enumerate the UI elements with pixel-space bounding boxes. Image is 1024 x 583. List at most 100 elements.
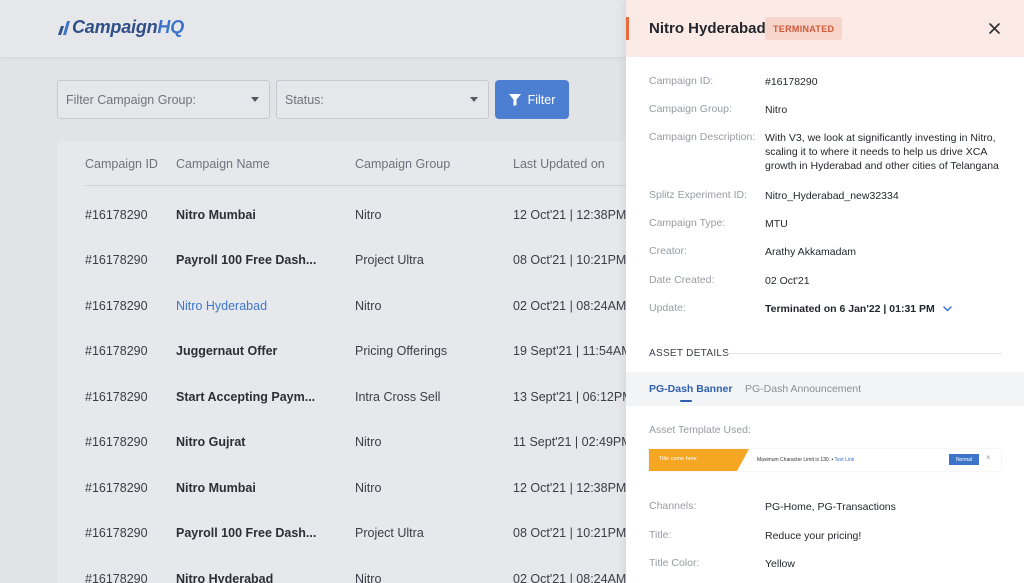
cell-last-updated: 08 Oct'21 | 10:21PM [513, 253, 627, 267]
logo-text: CampaignHQ [72, 17, 185, 37]
table-row[interactable]: #16178290 Nitro Hyderabad Nitro 02 Oct'2… [85, 572, 665, 583]
cell-campaign-name[interactable]: Juggernaut Offer [176, 344, 277, 358]
field-value: Terminated on 6 Jan'22 | 01:31 PM [765, 303, 935, 315]
field-label: Channels: [649, 500, 697, 512]
close-icon [988, 22, 1000, 34]
cell-campaign-id: #16178290 [85, 435, 148, 449]
accent-bar [626, 17, 629, 40]
cell-campaign-id: #16178290 [85, 253, 148, 267]
field-value: Yellow [765, 558, 795, 570]
cell-last-updated: 08 Oct'21 | 10:21PM [513, 526, 627, 540]
cell-campaign-name[interactable]: Nitro Mumbai [176, 208, 256, 222]
cell-campaign-group: Nitro [355, 208, 382, 222]
banner-preview: Title come here Maximum Character Limit … [649, 449, 1001, 471]
cell-campaign-id: #16178290 [85, 208, 148, 222]
cell-campaign-name[interactable]: Nitro Hyderabad [176, 572, 273, 583]
field-value: MTU [765, 218, 788, 230]
cell-last-updated: 12 Oct'21 | 12:38PM [513, 208, 627, 222]
cell-last-updated: 13 Sept'21 | 06:12PM [513, 390, 633, 404]
table-header: Campaign ID Campaign Name Campaign Group… [85, 141, 665, 186]
table-row[interactable]: #16178290 Nitro Mumbai Nitro 12 Oct'21 |… [85, 208, 665, 228]
cell-campaign-name[interactable]: Payroll 100 Free Dash... [176, 526, 316, 540]
panel-header: Nitro Hyderabad TERMINATED [626, 0, 1024, 57]
cell-campaign-group: Nitro [355, 435, 382, 449]
chevron-down-icon [943, 306, 952, 312]
table-row[interactable]: #16178290 Payroll 100 Free Dash... Proje… [85, 526, 665, 546]
field-value: Arathy Akkamadam [765, 246, 857, 258]
column-header-campaign-group[interactable]: Campaign Group [355, 157, 450, 171]
column-header-campaign-id[interactable]: Campaign ID [85, 157, 158, 171]
cell-campaign-group: Pricing Offerings [355, 344, 448, 358]
cell-campaign-group: Intra Cross Sell [355, 390, 441, 404]
field-value: PG-Home, PG-Transactions [765, 501, 896, 513]
close-button[interactable] [986, 20, 1002, 36]
cell-campaign-id: #16178290 [85, 481, 148, 495]
banner-preview-text: Maximum Character Limit is 130. • Text L… [757, 457, 855, 463]
cell-last-updated: 11 Sept'21 | 02:49PM [513, 435, 632, 449]
field-value: Reduce your pricing! [765, 530, 862, 542]
tab-pg-dash-banner[interactable]: PG-Dash Banner [649, 383, 732, 395]
campaign-table: Campaign ID Campaign Name Campaign Group… [57, 141, 677, 583]
status-placeholder: Status: [285, 92, 324, 107]
cell-campaign-group: Nitro [355, 572, 382, 583]
logo[interactable]: CampaignHQ [56, 17, 184, 38]
table-row[interactable]: #16178290 Nitro Gujrat Nitro 11 Sept'21 … [85, 435, 665, 455]
banner-preview-close-icon: × [986, 453, 991, 462]
cell-campaign-name[interactable]: Nitro Mumbai [176, 481, 256, 495]
field-value: Nitro [765, 104, 788, 116]
update-history-toggle[interactable]: Terminated on 6 Jan'22 | 01:31 PM [765, 302, 1005, 316]
banner-preview-title: Title come here [649, 449, 749, 471]
table-row[interactable]: #16178290 Nitro Mumbai Nitro 12 Oct'21 |… [85, 481, 665, 501]
cell-campaign-id: #16178290 [85, 299, 148, 313]
tab-pg-dash-announcement[interactable]: PG-Dash Announcement [745, 383, 861, 395]
asset-template-label: Asset Template Used: [649, 424, 751, 436]
panel-title: Nitro Hyderabad [649, 20, 766, 37]
field-label: Creator: [649, 245, 687, 257]
cell-campaign-group: Nitro [355, 299, 382, 313]
banner-preview-button: Normal [949, 454, 979, 465]
cell-campaign-id: #16178290 [85, 526, 148, 540]
cell-campaign-group: Project Ultra [355, 253, 424, 267]
campaign-group-placeholder: Filter Campaign Group: [66, 92, 196, 107]
column-header-last-updated[interactable]: Last Updated on [513, 157, 605, 171]
cell-last-updated: 02 Oct'21 | 08:24AM [513, 572, 627, 583]
campaign-group-select[interactable]: Filter Campaign Group: [57, 80, 270, 119]
field-label: Campaign Group: [649, 103, 732, 115]
filter-button[interactable]: Filter [495, 80, 569, 119]
cell-campaign-name-link[interactable]: Nitro Hyderabad [176, 299, 267, 313]
field-label: Splitz Experiment ID: [649, 189, 748, 201]
chevron-down-icon [251, 97, 259, 102]
cell-campaign-name[interactable]: Start Accepting Paym... [176, 390, 315, 404]
filter-button-label: Filter [527, 92, 556, 107]
section-divider [725, 353, 1002, 354]
field-value: With V3, we look at significantly invest… [765, 132, 999, 172]
field-label: Date Created: [649, 274, 715, 286]
cell-campaign-id: #16178290 [85, 572, 148, 583]
cell-last-updated: 19 Sept'21 | 11:54AM [513, 344, 632, 358]
cell-campaign-name[interactable]: Payroll 100 Free Dash... [176, 253, 316, 267]
campaign-detail-panel: Nitro Hyderabad TERMINATED Campaign ID: … [626, 0, 1024, 583]
field-label: Title Color: [649, 557, 700, 569]
field-label: Campaign Type: [649, 217, 726, 229]
cell-campaign-name[interactable]: Nitro Gujrat [176, 435, 245, 449]
table-row[interactable]: #16178290 Payroll 100 Free Dash... Proje… [85, 253, 665, 273]
active-tab-indicator [680, 400, 692, 402]
table-row[interactable]: #16178290 Start Accepting Paym... Intra … [85, 390, 665, 410]
field-label: Update: [649, 302, 686, 314]
cell-campaign-group: Project Ultra [355, 526, 424, 540]
field-label: Campaign ID: [649, 75, 714, 87]
table-row[interactable]: #16178290 Juggernaut Offer Pricing Offer… [85, 344, 665, 364]
chevron-down-icon [470, 97, 478, 102]
field-label: Title: [649, 529, 672, 541]
status-select[interactable]: Status: [276, 80, 489, 119]
status-badge: TERMINATED [765, 17, 843, 40]
column-header-campaign-name[interactable]: Campaign Name [176, 157, 270, 171]
field-value: Nitro_Hyderabad_new32334 [765, 190, 899, 202]
field-label: Campaign Description: [649, 131, 756, 143]
filter-bar: Filter Campaign Group: Status: Filter [57, 80, 569, 119]
cell-campaign-id: #16178290 [85, 344, 148, 358]
cell-campaign-id: #16178290 [85, 390, 148, 404]
funnel-icon [508, 93, 521, 106]
table-row-selected[interactable]: #16178290 Nitro Hyderabad Nitro 02 Oct'2… [85, 299, 665, 319]
cell-last-updated: 12 Oct'21 | 12:38PM [513, 481, 627, 495]
